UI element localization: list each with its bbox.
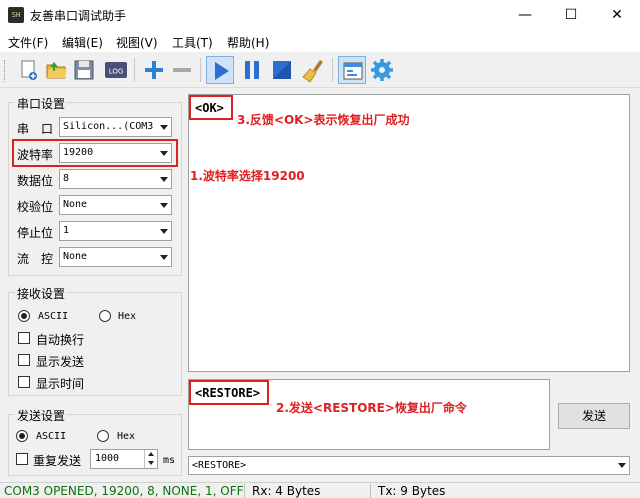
- window-title: 友善串口调试助手: [30, 9, 127, 23]
- stop-icon[interactable]: [268, 56, 296, 84]
- show-time-label: 显示时间: [36, 377, 85, 391]
- flow-select[interactable]: None: [59, 247, 172, 267]
- show-time-checkbox[interactable]: [18, 376, 30, 388]
- parity-value: None: [63, 199, 88, 210]
- stopbits-label: 停止位: [17, 226, 54, 240]
- log-icon[interactable]: LOG: [102, 56, 130, 84]
- serial-settings-title: 串口设置: [15, 95, 68, 112]
- play-icon[interactable]: [206, 56, 234, 84]
- interval-value: 1000: [95, 453, 120, 464]
- databits-value: 8: [63, 173, 70, 184]
- close-button[interactable]: ✕: [594, 0, 640, 30]
- repeat-send-checkbox[interactable]: [16, 453, 28, 465]
- send-settings-title: 发送设置: [15, 407, 68, 424]
- arrow-up-icon[interactable]: [148, 452, 154, 456]
- annotation-ok: 3.反馈<OK>表示恢复出厂成功: [237, 113, 410, 127]
- status-bar: COM3 OPENED, 19200, 8, NONE, 1, OFF Rx: …: [0, 482, 640, 498]
- status-port: COM3 OPENED, 19200, 8, NONE, 1, OFF: [4, 484, 244, 498]
- status-tx: Tx: 9 Bytes: [378, 484, 446, 498]
- databits-select[interactable]: 8: [59, 169, 172, 189]
- baud-highlight-box: [12, 139, 178, 167]
- status-rx: Rx: 4 Bytes: [252, 484, 321, 498]
- receive-hex-label: Hex: [118, 311, 137, 322]
- send-history-value: <RESTORE>: [192, 460, 247, 471]
- databits-label: 数据位: [17, 174, 54, 188]
- layout-icon[interactable]: [338, 56, 366, 84]
- minimize-button[interactable]: —: [502, 0, 548, 30]
- status-separator: [244, 484, 245, 498]
- chevron-down-icon: [160, 125, 168, 130]
- toolbar-separator: [134, 58, 135, 82]
- stopbits-value: 1: [63, 225, 70, 236]
- save-icon[interactable]: [70, 56, 98, 84]
- interval-spin-buttons[interactable]: [144, 450, 157, 468]
- broom-icon[interactable]: [300, 56, 328, 84]
- title-bar: SH 友善串口调试助手 — ☐ ✕: [0, 0, 640, 30]
- show-send-label: 显示发送: [36, 355, 85, 369]
- menu-tools[interactable]: 工具(T): [172, 34, 213, 51]
- port-select[interactable]: Silicon...(COM3: [59, 117, 172, 137]
- open-folder-icon[interactable]: [42, 56, 70, 84]
- menu-file[interactable]: 文件(F): [8, 34, 48, 51]
- port-label: 串 口: [17, 122, 54, 136]
- receive-settings-group: 接收设置: [8, 285, 182, 396]
- toolbar-separator: [332, 58, 333, 82]
- annotation-baud: 1.波特率选择19200: [190, 169, 305, 183]
- menu-help[interactable]: 帮助(H): [227, 34, 269, 51]
- plus-icon[interactable]: [140, 56, 168, 84]
- ok-highlight-box: [189, 95, 233, 120]
- menu-bar: 文件(F) 编辑(E) 视图(V) 工具(T) 帮助(H): [0, 30, 640, 52]
- send-hex-label: Hex: [117, 431, 136, 442]
- chevron-down-icon: [160, 177, 168, 182]
- receive-ascii-label: ASCII: [38, 311, 69, 322]
- status-separator: [370, 484, 371, 498]
- menu-view[interactable]: 视图(V): [116, 34, 158, 51]
- auto-wrap-label: 自动换行: [36, 333, 85, 347]
- arrow-down-icon[interactable]: [148, 461, 154, 465]
- new-file-icon[interactable]: [14, 56, 42, 84]
- receive-ascii-radio[interactable]: [18, 310, 30, 322]
- menu-edit[interactable]: 编辑(E): [62, 34, 103, 51]
- show-send-checkbox[interactable]: [18, 354, 30, 366]
- port-value: Silicon...(COM3: [63, 121, 154, 132]
- parity-select[interactable]: None: [59, 195, 172, 215]
- send-ascii-radio[interactable]: [16, 430, 28, 442]
- interval-unit: ms: [163, 455, 176, 466]
- parity-label: 校验位: [17, 200, 54, 214]
- log-icon-label: LOG: [109, 68, 124, 76]
- chevron-down-icon: [160, 255, 168, 260]
- send-hex-radio[interactable]: [97, 430, 109, 442]
- flow-value: None: [63, 251, 88, 262]
- chevron-down-icon: [618, 463, 626, 468]
- toolbar-separator: [200, 58, 201, 82]
- toolbar-grip: [4, 60, 7, 82]
- gear-icon[interactable]: [368, 56, 396, 84]
- send-history-select[interactable]: <RESTORE>: [188, 456, 630, 475]
- repeat-send-label: 重复发送: [33, 454, 82, 468]
- auto-wrap-checkbox[interactable]: [18, 332, 30, 344]
- toolbar: LOG: [0, 52, 640, 88]
- receive-area[interactable]: <OK>: [188, 94, 630, 372]
- chevron-down-icon: [160, 229, 168, 234]
- send-button[interactable]: 发送: [558, 403, 630, 429]
- maximize-button[interactable]: ☐: [548, 0, 594, 30]
- restore-highlight-box: [189, 380, 269, 405]
- app-icon: SH: [8, 7, 24, 23]
- annotation-restore: 2.发送<RESTORE>恢复出厂命令: [276, 401, 467, 415]
- pause-icon[interactable]: [238, 56, 266, 84]
- interval-stepper[interactable]: 1000: [90, 449, 158, 469]
- receive-hex-radio[interactable]: [99, 310, 111, 322]
- send-ascii-label: ASCII: [36, 431, 67, 442]
- minus-icon[interactable]: [168, 56, 196, 84]
- receive-settings-title: 接收设置: [15, 285, 68, 302]
- chevron-down-icon: [160, 203, 168, 208]
- stopbits-select[interactable]: 1: [59, 221, 172, 241]
- flow-label: 流 控: [17, 252, 54, 266]
